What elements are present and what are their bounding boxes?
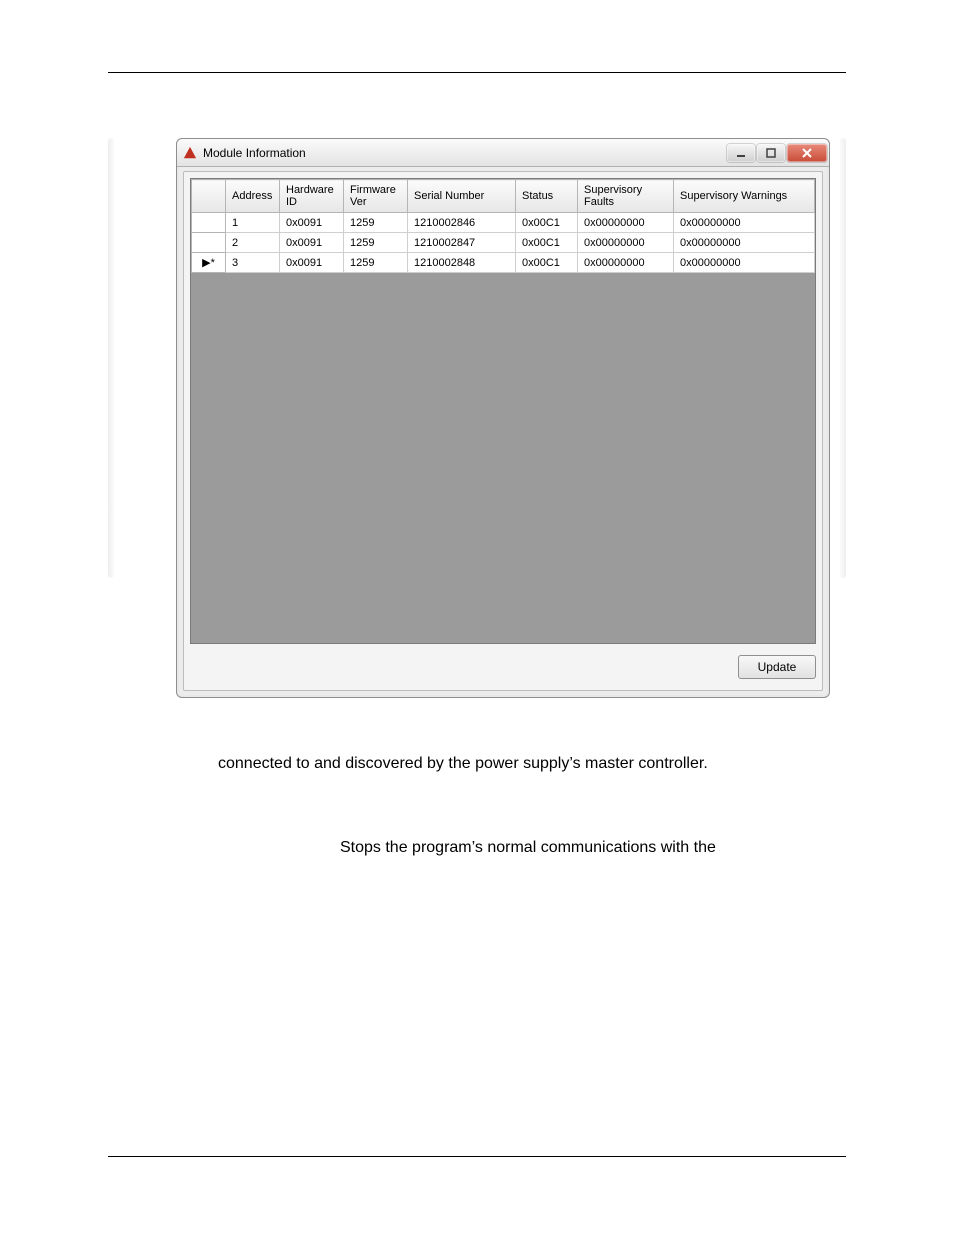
window-footer: Update xyxy=(190,650,816,684)
table-row[interactable]: ▶* 3 0x0091 1259 1210002848 0x00C1 0x000… xyxy=(192,253,815,273)
col-hardware-id[interactable]: Hardware ID xyxy=(280,180,344,213)
doc-edge-right xyxy=(840,138,846,578)
col-firmware-ver[interactable]: Firmware Ver xyxy=(344,180,408,213)
module-information-window: Module Information xyxy=(176,138,830,698)
grid-header-row: Address Hardware ID Firmware Ver Serial … xyxy=(192,180,815,213)
cell-hardware-id[interactable]: 0x0091 xyxy=(280,253,344,273)
row-marker: ▶* xyxy=(192,253,226,273)
close-button[interactable] xyxy=(787,144,827,162)
cell-address[interactable]: 1 xyxy=(226,213,280,233)
col-supervisory-warnings[interactable]: Supervisory Warnings xyxy=(674,180,815,213)
cell-supervisory-faults[interactable]: 0x00000000 xyxy=(578,253,674,273)
doc-edge-left xyxy=(108,138,114,578)
row-marker xyxy=(192,213,226,233)
window-titlebar[interactable]: Module Information xyxy=(177,139,829,167)
cell-status[interactable]: 0x00C1 xyxy=(516,233,578,253)
cell-firmware-ver[interactable]: 1259 xyxy=(344,213,408,233)
module-grid[interactable]: Address Hardware ID Firmware Ver Serial … xyxy=(191,179,815,273)
update-button[interactable]: Update xyxy=(738,655,816,679)
window-buttons xyxy=(725,144,827,162)
cell-serial-number[interactable]: 1210002848 xyxy=(408,253,516,273)
row-marker xyxy=(192,233,226,253)
cell-firmware-ver[interactable]: 1259 xyxy=(344,233,408,253)
col-serial-number[interactable]: Serial Number xyxy=(408,180,516,213)
table-row[interactable]: 2 0x0091 1259 1210002847 0x00C1 0x000000… xyxy=(192,233,815,253)
cell-supervisory-faults[interactable]: 0x00000000 xyxy=(578,213,674,233)
cell-status[interactable]: 0x00C1 xyxy=(516,213,578,233)
cell-address[interactable]: 3 xyxy=(226,253,280,273)
col-rowheader[interactable] xyxy=(192,180,226,213)
cell-supervisory-faults[interactable]: 0x00000000 xyxy=(578,233,674,253)
module-grid-container: Address Hardware ID Firmware Ver Serial … xyxy=(190,178,816,644)
cell-hardware-id[interactable]: 0x0091 xyxy=(280,233,344,253)
cell-status[interactable]: 0x00C1 xyxy=(516,253,578,273)
cell-firmware-ver[interactable]: 1259 xyxy=(344,253,408,273)
cell-hardware-id[interactable]: 0x0091 xyxy=(280,213,344,233)
app-icon xyxy=(183,146,197,160)
cell-serial-number[interactable]: 1210002846 xyxy=(408,213,516,233)
cell-supervisory-warnings[interactable]: 0x00000000 xyxy=(674,213,815,233)
page-top-rule xyxy=(108,72,846,73)
cell-supervisory-warnings[interactable]: 0x00000000 xyxy=(674,253,815,273)
body-paragraph-2: Stops the program’s normal communication… xyxy=(340,836,846,859)
col-supervisory-faults[interactable]: Supervisory Faults xyxy=(578,180,674,213)
body-paragraph-1: connected to and discovered by the power… xyxy=(218,752,846,775)
cell-address[interactable]: 2 xyxy=(226,233,280,253)
page-bottom-rule xyxy=(108,1156,846,1157)
window-title: Module Information xyxy=(203,146,725,160)
minimize-button[interactable] xyxy=(727,144,755,162)
col-address[interactable]: Address xyxy=(226,180,280,213)
cell-supervisory-warnings[interactable]: 0x00000000 xyxy=(674,233,815,253)
cell-serial-number[interactable]: 1210002847 xyxy=(408,233,516,253)
table-row[interactable]: 1 0x0091 1259 1210002846 0x00C1 0x000000… xyxy=(192,213,815,233)
col-status[interactable]: Status xyxy=(516,180,578,213)
maximize-button[interactable] xyxy=(757,144,785,162)
window-client-area: Address Hardware ID Firmware Ver Serial … xyxy=(183,171,823,691)
